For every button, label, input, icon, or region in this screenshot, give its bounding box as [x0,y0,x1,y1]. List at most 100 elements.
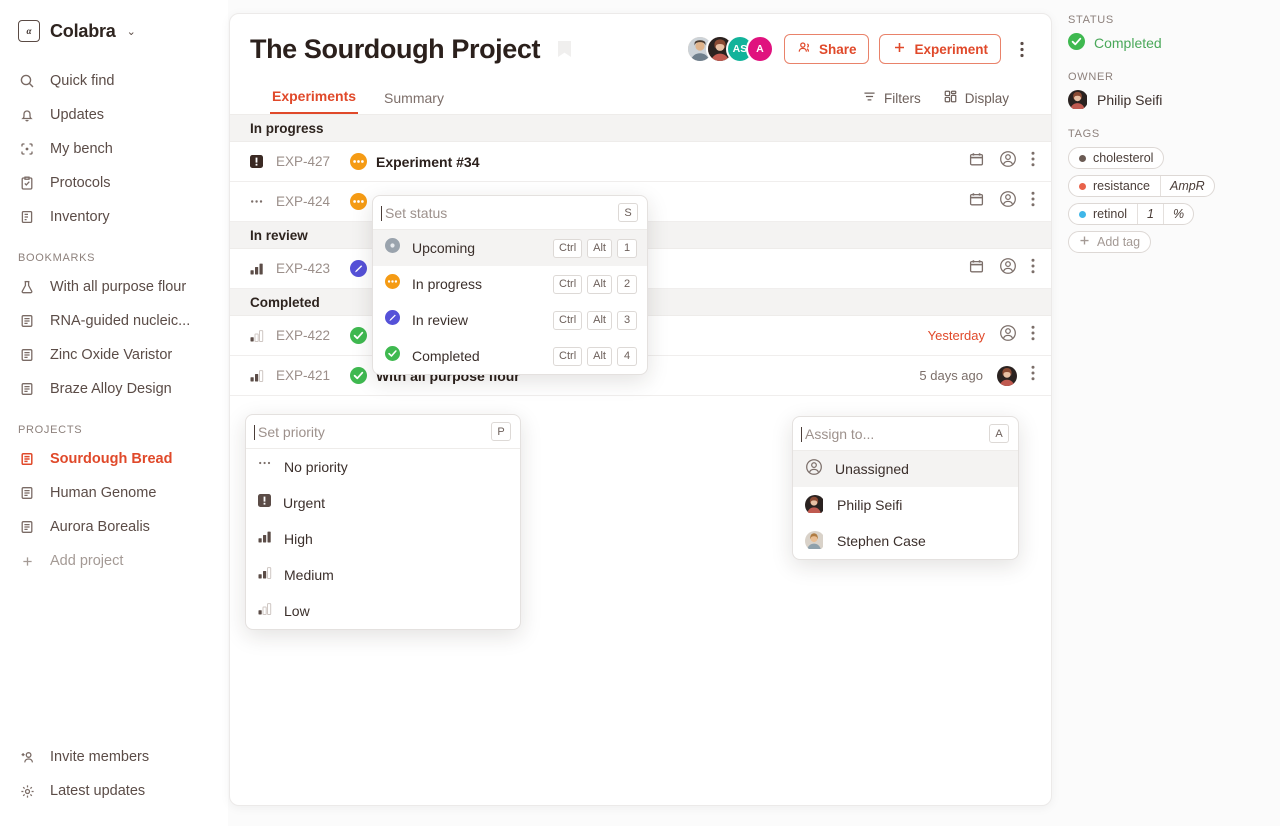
priority-high-icon[interactable] [250,262,268,275]
header-kebab-icon[interactable] [1011,36,1033,62]
key-num: 1 [617,238,637,258]
status-option-label: Upcoming [412,240,476,256]
status-option-upcoming[interactable]: Upcoming Ctrl Alt 1 [373,230,647,266]
priority-low-icon[interactable] [250,329,268,342]
user-circle-icon[interactable] [999,257,1017,280]
status-option-label: Completed [412,348,480,364]
search-icon [18,72,36,90]
assign-search-input[interactable]: Assign to... A [793,417,1018,451]
sidebar-item-inventory[interactable]: Inventory [0,200,228,234]
logo-glyph: α [26,26,32,36]
status-badge[interactable]: Completed [1068,33,1268,53]
sidebar-item-quick-find[interactable]: Quick find [0,64,228,98]
sidebar-item-braze-alloy-design[interactable]: Braze Alloy Design [0,372,228,406]
row-kebab-icon[interactable] [1031,151,1035,172]
tag-unit: % [1163,204,1193,224]
status-option-keys: Ctrl Alt 2 [553,274,637,294]
user-circle-icon[interactable] [999,190,1017,213]
tag-cholesterol[interactable]: cholesterol [1068,147,1165,169]
sidebar-label: Latest updates [50,783,146,799]
table-row[interactable]: EXP-427 Experiment #34 [230,142,1051,182]
priority-option-low[interactable]: Low [246,593,520,629]
sidebar-item-protocols[interactable]: Protocols [0,166,228,200]
user-circle-icon[interactable] [999,324,1017,347]
calendar-icon[interactable] [968,191,985,213]
sidebar-item-sourdough-bread[interactable]: Sourdough Bread [0,442,228,476]
bookmark-icon[interactable] [557,40,572,64]
key-alt: Alt [587,274,612,294]
row-kebab-icon[interactable] [1031,258,1035,279]
priority-medium-icon[interactable] [250,369,268,382]
display-button[interactable]: Display [943,89,1009,107]
plus-icon [18,552,36,570]
priority-option-high[interactable]: High [246,521,520,557]
tag-retinol[interactable]: retinol 1 % [1068,203,1195,225]
avatar [1068,90,1088,110]
document-icon [18,380,36,398]
add-tag-button[interactable]: Add tag [1068,231,1152,253]
sidebar-item-human-genome[interactable]: Human Genome [0,476,228,510]
sidebar-label: Human Genome [50,485,157,501]
plus-icon [1079,235,1090,249]
sidebar-section-projects: PROJECTS [18,424,83,436]
tab-experiments[interactable]: Experiments [270,88,359,114]
priority-option-medium[interactable]: Medium [246,557,520,593]
status-option-in-progress[interactable]: In progress Ctrl Alt 2 [373,266,647,302]
status-shortcut-key: S [618,203,638,222]
sidebar-item-rna-guided-nucleic[interactable]: RNA-guided nucleic... [0,304,228,338]
priority-none-icon[interactable] [250,195,268,208]
status-option-completed[interactable]: Completed Ctrl Alt 4 [373,338,647,374]
status-review-icon [385,310,400,330]
tag-value: 1 [1137,204,1163,224]
priority-option-no-priority[interactable]: No priority [246,449,520,485]
bell-icon [18,106,36,124]
assign-option-label: Unassigned [835,461,909,477]
calendar-icon[interactable] [968,151,985,173]
new-experiment-button[interactable]: Experiment [879,34,1001,64]
assign-popup: Assign to... A Unassigned Philip Seifi S… [792,416,1019,560]
priority-option-urgent[interactable]: Urgent [246,485,520,521]
tag-color-dot [1079,154,1086,162]
latest-updates-button[interactable]: Latest updates [0,774,228,808]
user-circle-icon[interactable] [999,150,1017,173]
tag-label: retinol [1093,207,1128,221]
add-project-button[interactable]: Add project [0,544,228,578]
assign-option-philip-seifi[interactable]: Philip Seifi [793,487,1018,523]
share-button[interactable]: Share [783,34,870,64]
owner-value-row[interactable]: Philip Seifi [1068,90,1268,110]
priority-search-input[interactable]: Set priority P [246,415,520,449]
sidebar-item-updates[interactable]: Updates [0,98,228,132]
priority-option-label: High [284,531,313,547]
calendar-icon[interactable] [968,258,985,280]
tag-value: AmpR [1159,176,1214,196]
filters-button[interactable]: Filters [862,89,921,107]
status-progress-icon [385,274,400,294]
invite-members-button[interactable]: Invite members [0,740,228,774]
avatar [805,495,825,515]
priority-medium-icon [258,566,272,584]
row-kebab-icon[interactable] [1031,365,1035,386]
workspace-switcher[interactable]: α Colabra ⌄ [0,0,228,44]
details-sidebar: STATUS Completed OWNER Philip Seifi TAGS [1068,14,1268,277]
assign-option-stephen-case[interactable]: Stephen Case [793,523,1018,559]
assign-option-unassigned[interactable]: Unassigned [793,451,1018,487]
tab-summary[interactable]: Summary [382,90,446,114]
tag-resistance[interactable]: resistance AmpR [1068,175,1215,197]
sidebar-item-with-all-purpose-flour[interactable]: With all purpose flour [0,270,228,304]
sidebar-item-my-bench[interactable]: My bench [0,132,228,166]
priority-option-label: Low [284,603,310,619]
priority-urgent-icon[interactable] [250,155,268,168]
row-actions [968,257,1035,280]
sidebar-item-zinc-oxide-varistor[interactable]: Zinc Oxide Varistor [0,338,228,372]
sidebar-item-aurora-borealis[interactable]: Aurora Borealis [0,510,228,544]
status-search-input[interactable]: Set status S [373,196,647,230]
main-panel: The Sourdough Project AS A Share Experim… [229,13,1052,806]
avatar-initials: A [745,35,774,63]
status-progress-icon[interactable] [350,153,376,170]
row-kebab-icon[interactable] [1031,191,1035,212]
assignee-avatar[interactable] [997,365,1017,386]
row-kebab-icon[interactable] [1031,325,1035,346]
status-option-keys: Ctrl Alt 1 [553,238,637,258]
status-option-in-review[interactable]: In review Ctrl Alt 3 [373,302,647,338]
member-avatars[interactable]: AS A [685,35,774,63]
